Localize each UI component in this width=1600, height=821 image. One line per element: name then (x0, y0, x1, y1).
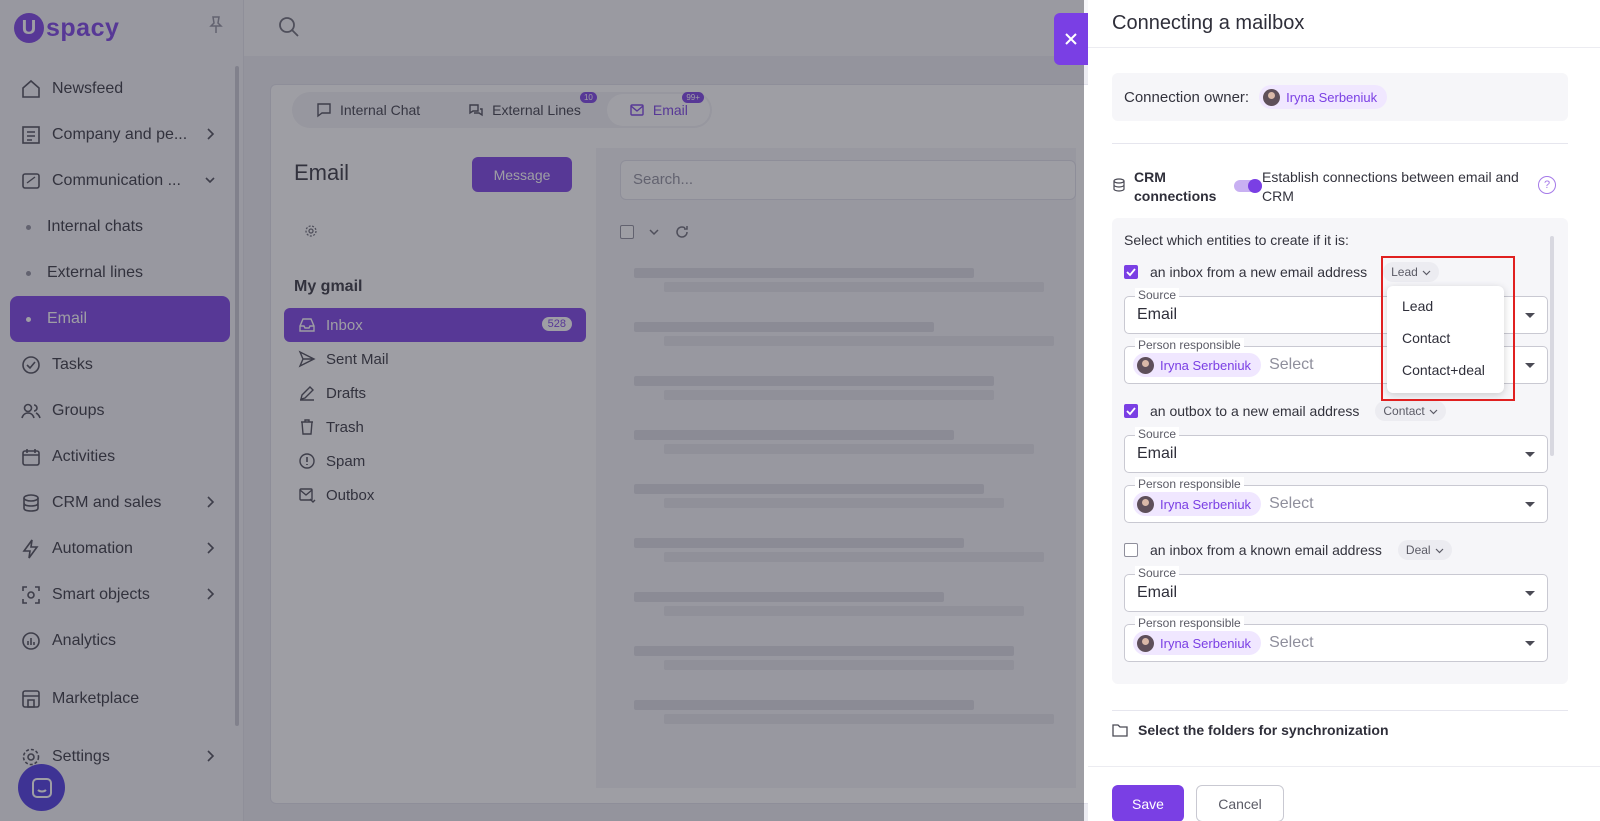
person-field: Iryna Serbeniuk Select (1133, 353, 1314, 377)
source-select[interactable]: Source Email (1124, 427, 1548, 473)
chevron-down-icon (1422, 270, 1431, 275)
check-icon (1126, 407, 1136, 416)
rule-label: an inbox from a known email address (1150, 542, 1382, 558)
entity-value: Contact (1383, 404, 1425, 418)
rule-known-inbox: an inbox from a known email address Deal (1124, 540, 1452, 560)
cancel-button[interactable]: Cancel (1196, 785, 1284, 821)
person-name: Iryna Serbeniuk (1160, 357, 1252, 373)
caret-down-icon (1525, 591, 1535, 596)
rule-checkbox[interactable] (1124, 265, 1138, 279)
dropdown-option-contact-deal[interactable]: Contact+deal (1387, 354, 1504, 386)
field-label: Person responsible (1135, 338, 1244, 352)
person-chip[interactable]: Iryna Serbeniuk (1133, 353, 1262, 377)
help-icon[interactable]: ? (1538, 176, 1556, 194)
entity-select[interactable]: Deal (1397, 540, 1452, 560)
caret-down-icon (1525, 641, 1535, 646)
divider (1112, 710, 1568, 711)
field-label: Person responsible (1135, 477, 1244, 491)
rule-checkbox[interactable] (1124, 404, 1138, 418)
crm-description: Establish connections between email and … (1262, 169, 1519, 204)
chevron-down-icon (1435, 548, 1444, 553)
person-name: Iryna Serbeniuk (1160, 496, 1252, 512)
entity-value: Lead (1391, 265, 1418, 279)
crm-toggle[interactable] (1234, 178, 1264, 194)
field-value: Email (1137, 445, 1178, 462)
drawer-title: Connecting a mailbox (1088, 0, 1600, 48)
crm-connections-row: CRM connections Establish connections be… (1112, 168, 1568, 210)
select-placeholder: Select (1269, 356, 1314, 373)
drawer-scrollbar[interactable] (1550, 236, 1554, 456)
dropdown-option-contact[interactable]: Contact (1387, 322, 1504, 354)
field-value: Email (1137, 306, 1178, 323)
folders-sync-section[interactable]: Select the folders for synchronization (1112, 722, 1389, 738)
person-responsible-select[interactable]: Person responsible Iryna Serbeniuk Selec… (1124, 616, 1548, 662)
person-responsible-select[interactable]: Person responsible Iryna Serbeniuk Selec… (1124, 477, 1548, 523)
divider (1112, 143, 1568, 144)
rule-label: an outbox to a new email address (1150, 403, 1360, 419)
rule-label: an inbox from a new email address (1150, 264, 1368, 280)
dropdown-option-lead[interactable]: Lead (1387, 290, 1504, 322)
person-name: Iryna Serbeniuk (1160, 635, 1252, 651)
database-icon (1113, 178, 1125, 192)
owner-chip[interactable]: Iryna Serbeniuk (1259, 85, 1388, 109)
caret-down-icon (1525, 313, 1535, 318)
select-placeholder: Select (1269, 634, 1314, 651)
entity-dropdown-menu: Lead Contact Contact+deal (1387, 286, 1504, 393)
rule-new-inbox: an inbox from a new email address Lead (1124, 262, 1439, 282)
check-icon (1126, 268, 1136, 277)
entity-select[interactable]: Lead (1383, 262, 1439, 282)
avatar (1137, 495, 1154, 513)
source-select[interactable]: Source Email (1124, 566, 1548, 612)
caret-down-icon (1525, 452, 1535, 457)
chevron-down-icon (1429, 409, 1438, 414)
modal-overlay[interactable] (0, 0, 1084, 821)
person-field: Iryna Serbeniuk Select (1133, 631, 1314, 655)
person-chip[interactable]: Iryna Serbeniuk (1133, 492, 1262, 516)
field-label: Source (1135, 288, 1180, 302)
connect-mailbox-drawer: Connecting a mailbox Connection owner: I… (1088, 0, 1600, 821)
owner-label: Connection owner: (1124, 88, 1250, 106)
person-field: Iryna Serbeniuk Select (1133, 492, 1314, 516)
field-label: Source (1135, 566, 1180, 580)
caret-down-icon (1525, 363, 1535, 368)
folders-sync-label: Select the folders for synchronization (1138, 722, 1389, 738)
caret-down-icon (1525, 502, 1535, 507)
entities-title: Select which entities to create if it is… (1124, 232, 1349, 248)
select-placeholder: Select (1269, 495, 1314, 512)
crm-label: CRM connections (1134, 169, 1217, 204)
avatar (1263, 88, 1281, 106)
close-drawer-button[interactable] (1054, 13, 1088, 65)
field-label: Source (1135, 427, 1180, 441)
rule-checkbox[interactable] (1124, 543, 1138, 557)
drawer-footer: Save Cancel (1088, 766, 1600, 821)
avatar (1137, 356, 1154, 374)
folder-icon (1112, 724, 1128, 737)
rule-new-outbox: an outbox to a new email address Contact (1124, 401, 1446, 421)
field-label: Person responsible (1135, 616, 1244, 630)
entity-value: Deal (1405, 543, 1431, 557)
person-chip[interactable]: Iryna Serbeniuk (1133, 631, 1262, 655)
field-value: Email (1137, 584, 1178, 601)
avatar (1137, 634, 1154, 652)
close-icon (1065, 33, 1077, 45)
connection-owner: Connection owner: Iryna Serbeniuk (1112, 73, 1568, 121)
entity-select[interactable]: Contact (1375, 401, 1446, 421)
save-button[interactable]: Save (1112, 785, 1184, 821)
owner-name: Iryna Serbeniuk (1286, 89, 1378, 105)
